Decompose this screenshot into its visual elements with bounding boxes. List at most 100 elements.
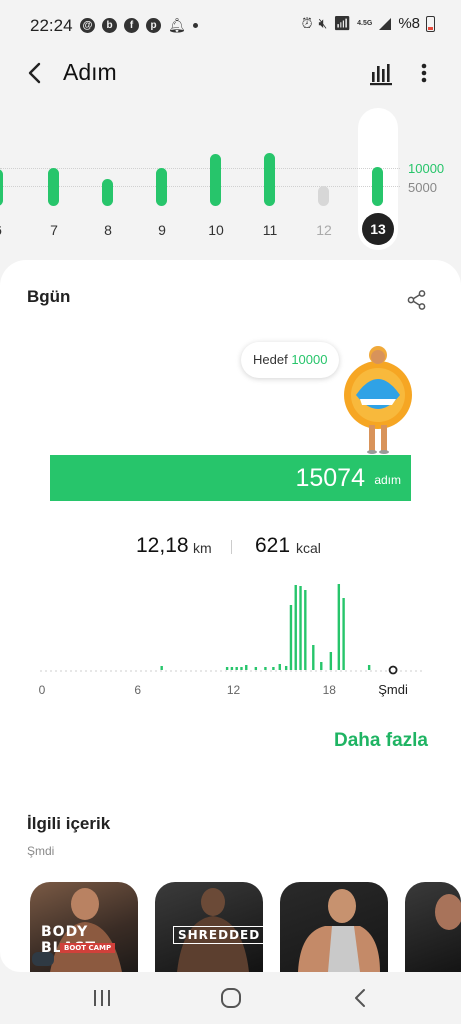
hour-bar-9 [278,664,281,670]
day-label-11[interactable]: 11 [255,222,285,238]
hour-bar-8 [272,667,275,670]
hour-bar-4 [240,667,243,670]
home-icon[interactable] [219,986,243,1010]
hour-bar-16 [320,662,323,670]
day-label-13[interactable]: 13 [362,213,394,245]
mute-icon: 🔇︎ [318,15,328,31]
today-stats: 12,18 km 621 kcal [0,534,461,564]
related-content-subtitle: Şmdi [27,844,55,858]
x-tick-label: 0 [39,683,46,697]
today-title: Bgün [27,287,71,306]
hour-bar-17 [329,652,333,670]
calories-unit: kcal [296,540,321,556]
weekly-steps-strip: 10000 5000 6 7 8 9 10 11 12 13 [0,100,461,255]
half-goal-gridline [0,186,400,187]
day-label-6[interactable]: 6 [0,222,13,238]
content-thumb-4[interactable] [405,882,461,972]
page-title: Adım [63,59,117,85]
x-tick-label: 18 [323,683,337,697]
alarm-icon: ⏰︎ [301,15,313,31]
more-link[interactable]: Daha fazla [334,730,428,752]
steps-unit: adım [374,473,401,487]
hourly-steps-chart: 0 6 12 18 Şmdi [39,584,425,697]
day-bar-7[interactable] [48,168,59,206]
goal-label: Hedef [253,352,288,367]
hour-bar-20 [367,665,371,670]
hour-bar-11 [289,605,293,670]
day-bar-6[interactable] [0,169,3,206]
signal-icon [379,17,392,30]
app-header: Adım [0,52,461,96]
goal-gridline [0,168,400,169]
system-icons: ⏰︎ 🔇︎ 📶︎ 4.5G %8 [302,15,435,32]
status-time: 22:24 [30,16,73,35]
steps-progress-bar: 15074 adım [50,455,411,501]
workout-photo [298,889,380,972]
steps-count: 15074 [295,464,365,492]
status-bar: 22:24 @ b f p 🔔︎ ⏰︎ 🔇︎ 📶︎ 4.5G %8 [0,0,461,52]
notification-icons: @ b f p 🔔︎ [80,17,198,34]
day-bar-13[interactable] [372,167,383,206]
hour-bar-14 [304,590,307,670]
day-label-12[interactable]: 12 [309,222,339,238]
bell-icon: 🔔︎ [168,17,186,33]
hour-bar-3 [235,667,238,670]
goal-low-label: 5000 [408,180,437,195]
day-label-7[interactable]: 7 [39,222,69,238]
x-tick-label: 6 [134,683,141,697]
hour-bar-19 [342,598,345,670]
back-arrow-icon[interactable] [20,58,50,88]
battery-percent: %8 [398,15,420,32]
hour-bar-7 [264,667,267,670]
stats-divider [231,540,232,554]
hour-bar-12 [294,585,297,670]
day-bar-9[interactable] [156,168,167,206]
workout-photo [435,894,461,930]
day-bar-12[interactable] [318,186,329,206]
day-label-9[interactable]: 9 [147,222,177,238]
content-thumb-shredded[interactable]: SHREDDED [155,882,263,972]
dot-icon [192,23,198,28]
nav-back-icon[interactable] [349,986,373,1010]
goal-value: 10000 [291,352,328,367]
calories-value: 621 [255,534,291,557]
goal-high-label: 10000 [408,161,445,176]
facebook-icon: f [124,18,139,33]
today-card: Bgün Hedef 10000 15074 adım 12,18 km 621… [0,260,461,972]
content-thumb-body-blast[interactable]: BODY BLAST BOOT CAMP [30,882,138,972]
recent-apps-icon[interactable] [90,986,114,1010]
hour-bar-13 [299,586,302,670]
more-vertical-icon[interactable] [412,58,436,88]
system-nav-bar [0,972,461,1024]
mascot-illustration [344,346,412,454]
wifi-icon: 📶︎ [333,15,352,31]
sync-icon: @ [80,18,95,33]
hour-bar-18 [337,584,341,670]
bar-chart-icon[interactable] [367,60,395,86]
network-type: 4.5G [357,19,373,27]
day-label-8[interactable]: 8 [93,222,123,238]
now-marker [388,665,398,675]
hour-bar-10 [284,666,288,670]
related-content-title: İlgili içerik [27,814,111,833]
thumb-subtitle: BOOT CAMP [60,943,116,953]
day-label-10[interactable]: 10 [201,222,231,238]
day-bar-10[interactable] [210,154,221,206]
hour-bar-15 [312,645,315,670]
distance-unit: km [193,540,212,556]
x-tick-label: 12 [227,683,241,697]
day-bar-11[interactable] [264,153,275,206]
hour-bar-1 [225,667,229,670]
share-icon[interactable] [406,289,428,311]
thumb-title: SHREDDED [173,926,263,944]
content-thumb-3[interactable] [280,882,388,972]
x-tick-label: Şmdi [378,682,408,697]
distance-value: 12,18 [136,534,189,557]
pinterest-icon: p [146,18,161,33]
battery-icon [426,15,435,32]
hour-bar-0 [160,666,163,670]
goal-bubble: Hedef 10000 [241,342,340,378]
hour-bar-6 [254,667,258,670]
day-bar-8[interactable] [102,179,113,206]
bike-notification-icon: b [102,18,117,33]
